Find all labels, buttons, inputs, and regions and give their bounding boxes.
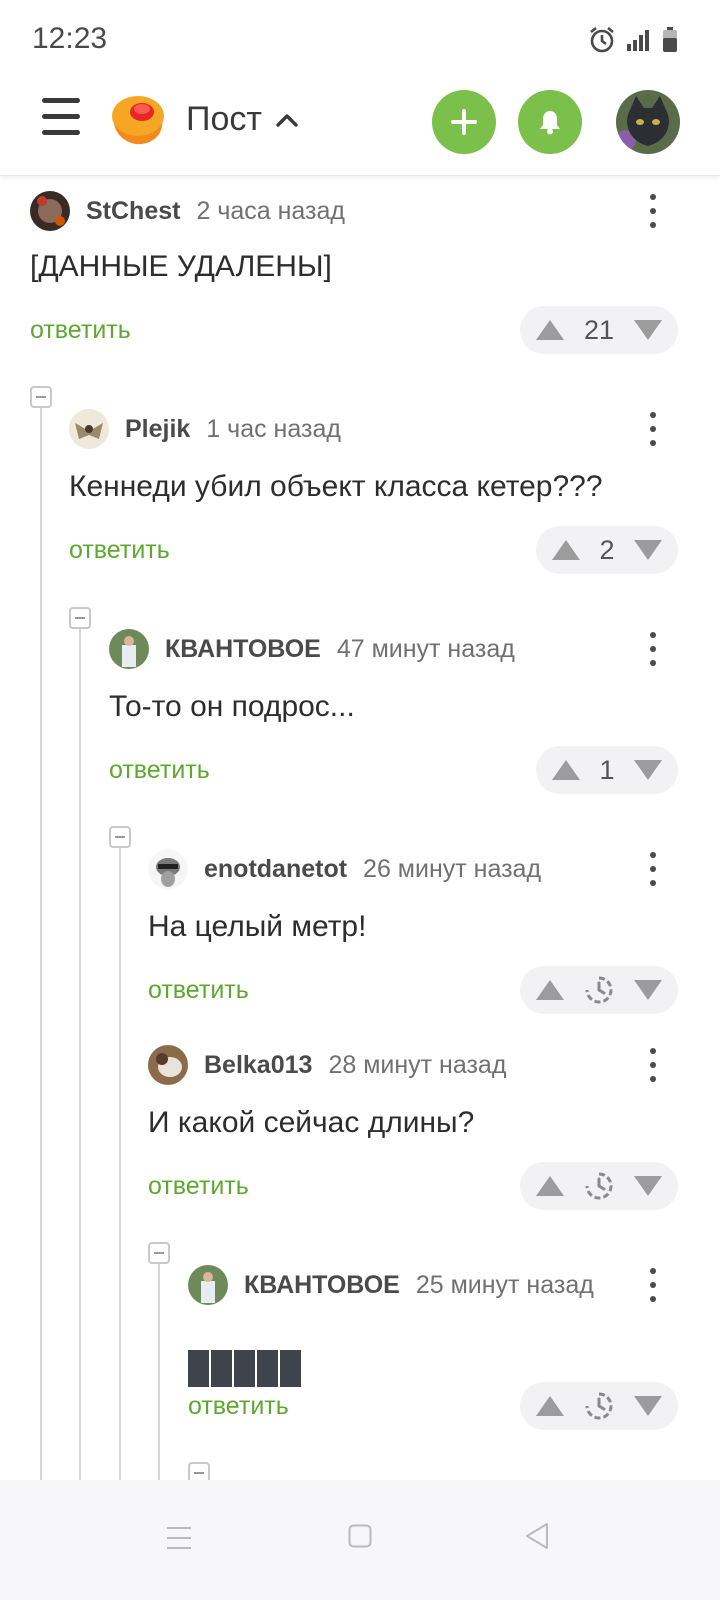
page-title: Пост <box>186 100 262 138</box>
plus-icon <box>451 109 477 135</box>
thread-line[interactable] <box>79 620 81 1480</box>
logo-icon[interactable] <box>108 92 166 148</box>
downvote-icon[interactable] <box>634 1396 662 1416</box>
upvote-icon[interactable] <box>552 540 580 560</box>
comment-time[interactable]: 26 минут назад <box>363 855 541 884</box>
avatar[interactable] <box>69 409 109 449</box>
more-options-icon[interactable] <box>647 852 659 886</box>
comment-author[interactable]: КВАНТОВОЕ <box>165 635 321 664</box>
avatar[interactable] <box>148 1045 188 1085</box>
downvote-icon[interactable] <box>634 1176 662 1196</box>
avatar[interactable] <box>30 191 70 231</box>
back-triangle-icon[interactable] <box>524 1522 550 1550</box>
comment-header: КВАНТОВОЕ 25 минут назад <box>188 1264 594 1306</box>
upvote-icon[interactable] <box>536 1176 564 1196</box>
reply-button[interactable]: ответить <box>148 1172 249 1201</box>
downvote-icon[interactable] <box>634 980 662 1000</box>
menu-lines-icon[interactable] <box>166 1526 192 1550</box>
status-icons <box>588 26 678 54</box>
add-post-button[interactable] <box>432 90 496 154</box>
comment-time[interactable]: 2 часа назад <box>196 197 345 226</box>
comment-time[interactable]: 28 минут назад <box>328 1051 506 1080</box>
upvote-icon[interactable] <box>536 980 564 1000</box>
vote-widget <box>520 1382 678 1430</box>
vote-widget <box>520 1162 678 1210</box>
collapse-thread-button[interactable] <box>109 826 131 848</box>
alarm-icon <box>590 26 614 53</box>
thread-line[interactable] <box>158 1256 160 1480</box>
pending-rating-icon <box>585 1172 613 1200</box>
reply-button[interactable]: ответить <box>109 756 210 785</box>
comment-header: enotdanetot 26 минут назад <box>148 848 541 890</box>
header-title[interactable]: Пост <box>186 100 298 139</box>
reply-button[interactable]: ответить <box>69 536 170 565</box>
redacted-text <box>188 1350 301 1387</box>
vote-widget: 2 <box>536 526 678 574</box>
comment-time[interactable]: 47 минут назад <box>337 635 515 664</box>
upvote-icon[interactable] <box>552 760 580 780</box>
avatar[interactable] <box>109 629 149 669</box>
comment-time[interactable]: 25 минут назад <box>416 1271 594 1300</box>
pending-rating-icon <box>585 976 613 1004</box>
vote-widget: 21 <box>520 306 678 354</box>
vote-widget: 1 <box>536 746 678 794</box>
comment-header: Plejik 1 час назад <box>69 408 341 450</box>
rating: 21 <box>583 314 615 345</box>
thread-line[interactable] <box>119 840 121 1480</box>
more-options-icon[interactable] <box>647 412 659 446</box>
notifications-button[interactable] <box>518 90 582 154</box>
status-time: 12:23 <box>32 22 108 55</box>
more-options-icon[interactable] <box>647 1048 659 1082</box>
rating: 1 <box>599 754 615 785</box>
rating: 2 <box>599 534 615 565</box>
comment-author[interactable]: Plejik <box>125 415 190 444</box>
reply-button[interactable]: ответить <box>188 1392 289 1421</box>
comment-author[interactable]: StChest <box>86 197 180 226</box>
bell-icon <box>540 111 560 135</box>
system-nav-bar <box>0 1480 720 1600</box>
signal-icon <box>627 30 649 51</box>
comment-time[interactable]: 1 час назад <box>206 415 341 444</box>
downvote-icon[interactable] <box>634 760 662 780</box>
collapse-thread-button[interactable] <box>69 607 91 629</box>
home-square-icon[interactable] <box>348 1524 372 1548</box>
comment-text: То-то он подрос... <box>109 690 355 723</box>
comment-author[interactable]: Belka013 <box>204 1051 312 1080</box>
reply-button[interactable]: ответить <box>30 316 131 345</box>
avatar[interactable] <box>188 1265 228 1305</box>
collapse-thread-button[interactable] <box>148 1242 170 1264</box>
comment-text: И какой сейчас длины? <box>148 1106 475 1139</box>
comment-header: Belka013 28 минут назад <box>148 1044 506 1086</box>
thread-line[interactable] <box>40 400 42 1480</box>
more-options-icon[interactable] <box>647 1268 659 1302</box>
battery-icon <box>663 27 677 52</box>
upvote-icon[interactable] <box>536 320 564 340</box>
comment-author[interactable]: КВАНТОВОЕ <box>244 1271 400 1300</box>
collapse-thread-button[interactable] <box>30 386 52 408</box>
pending-rating-icon <box>585 1392 613 1420</box>
comment-text: Кеннеди убил объект класса кетер??? <box>69 470 603 503</box>
vote-widget <box>520 966 678 1014</box>
comment-header: StChest 2 часа назад <box>30 190 345 232</box>
user-avatar[interactable] <box>616 90 680 154</box>
comment-text: [ДАННЫЕ УДАЛЕНЫ] <box>30 250 332 283</box>
status-bar: 12:23 <box>0 0 720 78</box>
app-header: Пост <box>0 78 720 176</box>
comment-author[interactable]: enotdanetot <box>204 855 347 884</box>
more-options-icon[interactable] <box>647 632 659 666</box>
downvote-icon[interactable] <box>633 320 662 340</box>
more-options-icon[interactable] <box>647 194 659 228</box>
menu-icon[interactable] <box>42 96 80 136</box>
downvote-icon[interactable] <box>634 540 662 560</box>
upvote-icon[interactable] <box>536 1396 564 1416</box>
chevron-up-icon <box>276 113 298 127</box>
comment-text: На целый метр! <box>148 910 367 943</box>
avatar[interactable] <box>148 849 188 889</box>
comment-header: КВАНТОВОЕ 47 минут назад <box>109 628 515 670</box>
reply-button[interactable]: ответить <box>148 976 249 1005</box>
